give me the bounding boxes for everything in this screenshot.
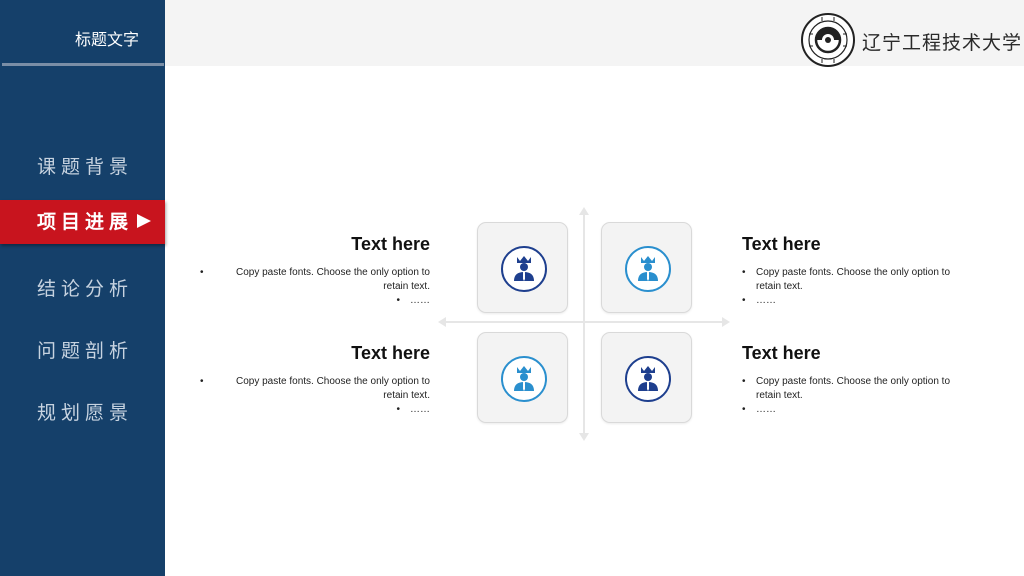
vertical-axis [583, 213, 585, 438]
block-title: Text here [742, 234, 821, 254]
sidebar: 标题文字 课题背景 项目进展 结论分析 问题剖析 规划愿景 [0, 0, 165, 576]
nav-item-label: 规划愿景 [37, 402, 134, 424]
horizontal-axis [445, 321, 725, 323]
person-crown-icon [501, 246, 547, 292]
text-block-bottom-left: Text here Copy paste fonts. Choose the o… [200, 343, 430, 417]
block-title: Text here [742, 343, 821, 363]
icon-tile-bottom-left [477, 332, 568, 423]
nav-item-label: 问题剖析 [37, 340, 134, 362]
play-arrow-icon [137, 214, 151, 228]
bullet-item: Copy paste fonts. Choose the only option… [742, 266, 972, 294]
icon-tile-bottom-right [601, 332, 692, 423]
nav-item-label: 课题背景 [37, 156, 134, 178]
bullet-item: …… [742, 294, 972, 308]
bullet-list: Copy paste fonts. Choose the only option… [742, 266, 972, 308]
text-block-bottom-right: Text here Copy paste fonts. Choose the o… [742, 343, 972, 417]
arrow-left-icon [438, 317, 446, 327]
bullet-list: Copy paste fonts. Choose the only option… [200, 375, 430, 417]
icon-tile-top-left [477, 222, 568, 313]
person-crown-icon [625, 246, 671, 292]
person-crown-icon [501, 356, 547, 402]
nav-item-progress[interactable]: 项目进展 [0, 200, 165, 244]
sidebar-header: 标题文字 [0, 0, 165, 66]
bullet-item: …… [742, 403, 972, 417]
university-logo-icon [801, 13, 855, 67]
icon-tile-top-right [601, 222, 692, 313]
sidebar-title-divider [2, 63, 164, 66]
bullet-list: Copy paste fonts. Choose the only option… [742, 375, 972, 417]
nav-item-background[interactable]: 课题背景 [0, 145, 165, 189]
university-name: 辽宁工程技术大学 [862, 32, 1023, 54]
nav-item-problems[interactable]: 问题剖析 [0, 329, 165, 373]
bullet-item: …… [200, 294, 430, 308]
nav-item-vision[interactable]: 规划愿景 [0, 391, 165, 435]
nav-item-label: 结论分析 [37, 278, 134, 300]
arrow-down-icon [579, 433, 589, 441]
person-crown-icon [625, 356, 671, 402]
bullet-item: Copy paste fonts. Choose the only option… [200, 375, 430, 403]
bullet-item: Copy paste fonts. Choose the only option… [200, 266, 430, 294]
block-title: Text here [351, 234, 430, 254]
arrow-right-icon [722, 317, 730, 327]
bullet-item: …… [200, 403, 430, 417]
bullet-item: Copy paste fonts. Choose the only option… [742, 375, 972, 403]
text-block-top-right: Text here Copy paste fonts. Choose the o… [742, 234, 972, 308]
block-title: Text here [351, 343, 430, 363]
sidebar-title: 标题文字 [75, 30, 140, 49]
bullet-list: Copy paste fonts. Choose the only option… [200, 266, 430, 308]
arrow-up-icon [579, 207, 589, 215]
nav-item-conclusion[interactable]: 结论分析 [0, 267, 165, 311]
text-block-top-left: Text here Copy paste fonts. Choose the o… [200, 234, 430, 308]
nav-item-label: 项目进展 [37, 211, 134, 233]
